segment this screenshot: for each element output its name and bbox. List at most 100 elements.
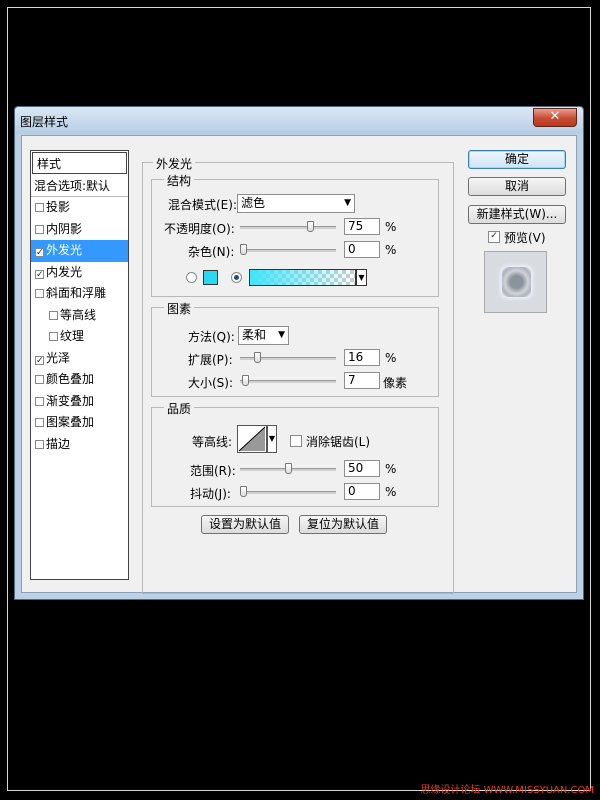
- spread-label: 扩展(P):: [188, 353, 233, 367]
- noise-unit: %: [385, 243, 397, 257]
- range-label: 范围(R):: [190, 464, 236, 478]
- style-item-checkbox[interactable]: [35, 439, 44, 449]
- jitter-slider-thumb[interactable]: [240, 486, 247, 497]
- style-item-label: 斜面和浮雕: [46, 286, 107, 300]
- style-item-label: 内发光: [46, 264, 83, 279]
- glow-color-swatch[interactable]: [203, 270, 218, 285]
- style-item-label: 渐变叠加: [46, 393, 95, 408]
- gradient-dropdown[interactable]: ▼: [356, 269, 367, 286]
- antialias-checkbox[interactable]: [290, 435, 302, 447]
- opacity-slider[interactable]: [240, 221, 336, 232]
- noise-input[interactable]: 0: [344, 241, 380, 258]
- contour-label: 等高线:: [192, 435, 233, 449]
- style-item-checkbox[interactable]: ✓: [35, 355, 44, 365]
- style-item[interactable]: 描边: [31, 434, 128, 456]
- gradient-radio[interactable]: [231, 272, 242, 283]
- style-item-checkbox[interactable]: ✓: [35, 248, 44, 258]
- technique-select[interactable]: 柔和 ▼: [238, 326, 289, 345]
- style-item-checkbox[interactable]: [35, 418, 44, 427]
- size-slider[interactable]: [240, 375, 336, 386]
- style-preview: [484, 251, 547, 313]
- style-item[interactable]: 纹理: [31, 326, 128, 348]
- style-item-checkbox[interactable]: [35, 224, 44, 234]
- new-style-button[interactable]: 新建样式(W)...: [468, 205, 566, 224]
- spread-slider[interactable]: [240, 352, 336, 363]
- quality-group: 品质 等高线: ▼ 消除锯齿(L) 范围(R): 50 % 抖动(J): 0 %: [151, 400, 439, 507]
- style-item[interactable]: ✓ 内发光: [31, 262, 128, 284]
- glow-gradient-swatch[interactable]: [249, 269, 356, 286]
- style-item-label: 外发光: [46, 243, 83, 257]
- style-item[interactable]: 内阴影: [31, 219, 128, 241]
- preview-label[interactable]: 预览(V): [504, 229, 546, 246]
- blend-mode-value: 滤色: [241, 196, 266, 210]
- contour-dropdown[interactable]: ▼: [267, 425, 277, 453]
- style-item-checkbox[interactable]: [49, 310, 58, 320]
- style-item[interactable]: 渐变叠加: [31, 391, 128, 413]
- style-item-checkbox[interactable]: [35, 203, 44, 212]
- preview-checkbox[interactable]: ✓: [488, 231, 500, 243]
- opacity-label: 不透明度(O):: [164, 222, 235, 236]
- style-item-label: 纹理: [60, 329, 85, 343]
- jitter-input[interactable]: 0: [344, 483, 380, 500]
- range-unit: %: [385, 462, 397, 476]
- close-button[interactable]: ✕: [533, 108, 577, 127]
- range-slider[interactable]: [240, 463, 336, 474]
- style-item[interactable]: 斜面和浮雕: [31, 283, 128, 305]
- style-item[interactable]: 投影: [31, 197, 128, 219]
- range-input[interactable]: 50: [344, 460, 380, 477]
- elements-group: 图素 方法(Q): 柔和 ▼ 扩展(P): 16 % 大小(S): 7 像素: [151, 300, 439, 397]
- title-bar: 图层样式 ✕: [15, 107, 583, 134]
- style-item-checkbox[interactable]: ✓: [35, 269, 44, 279]
- style-item-label: 投影: [46, 200, 71, 214]
- contour-linear-icon: [238, 426, 266, 452]
- opacity-input[interactable]: 75: [344, 218, 380, 235]
- opacity-slider-thumb[interactable]: [307, 221, 314, 232]
- technique-label: 方法(Q):: [188, 330, 235, 344]
- size-input[interactable]: 7: [344, 372, 380, 389]
- style-item[interactable]: 颜色叠加: [31, 369, 128, 391]
- style-item[interactable]: ✓ 光泽: [31, 348, 128, 370]
- spread-slider-thumb[interactable]: [254, 352, 261, 363]
- style-item-checkbox[interactable]: [35, 289, 44, 298]
- style-item[interactable]: 图案叠加: [31, 412, 128, 434]
- contour-picker[interactable]: [237, 425, 267, 453]
- technique-value: 柔和: [242, 328, 267, 342]
- styles-header[interactable]: 样式: [32, 152, 127, 174]
- preview-shape: [502, 267, 531, 297]
- dialog-body: 样式 混合选项:默认 投影 内阴影 ✓ 外发光 ✓ 内发光 斜面和浮雕 等高线 纹理 ✓ 光泽 颜色叠…: [21, 135, 577, 594]
- blending-options-item[interactable]: 混合选项:默认: [31, 175, 128, 197]
- make-default-button[interactable]: 设置为默认值: [201, 515, 289, 534]
- style-item-checkbox[interactable]: [35, 375, 44, 384]
- opacity-unit: %: [385, 220, 397, 234]
- ok-button[interactable]: 确定: [468, 150, 566, 169]
- range-slider-thumb[interactable]: [285, 463, 292, 474]
- style-item-label: 颜色叠加: [46, 372, 95, 386]
- style-item-label: 光泽: [46, 350, 71, 365]
- outer-glow-panel: 外发光 结构 混合模式(E): 滤色 ▼ 不透明度(O): 75 % 杂色(N)…: [142, 155, 454, 594]
- structure-title: 结构: [164, 172, 195, 189]
- reset-default-button[interactable]: 复位为默认值: [299, 515, 387, 534]
- spread-input[interactable]: 16: [344, 349, 380, 366]
- noise-slider[interactable]: [240, 244, 336, 255]
- style-item-label: 描边: [46, 436, 71, 451]
- chevron-down-icon: ▼: [344, 198, 351, 208]
- style-item-checkbox[interactable]: [35, 396, 44, 406]
- style-item-label: 图案叠加: [46, 415, 95, 429]
- noise-label: 杂色(N):: [188, 245, 235, 259]
- style-item[interactable]: ✓ 外发光: [31, 240, 128, 262]
- style-items: 投影 内阴影 ✓ 外发光 ✓ 内发光 斜面和浮雕 等高线 纹理 ✓ 光泽 颜色叠加 渐变叠加 图案叠加 描边: [31, 197, 128, 455]
- layer-style-dialog: 图层样式 ✕ 样式 混合选项:默认 投影 内阴影 ✓ 外发光 ✓ 内发光 斜面和浮雕 等高线纹…: [14, 106, 584, 600]
- cancel-button[interactable]: 取消: [468, 177, 566, 196]
- antialias-label[interactable]: 消除锯齿(L): [306, 433, 370, 450]
- blend-mode-select[interactable]: 滤色 ▼: [237, 194, 355, 213]
- style-item[interactable]: 等高线: [31, 305, 128, 327]
- solid-color-radio[interactable]: [186, 272, 197, 283]
- watermark: 思缘设计论坛 WWW.MISSYUAN.COM: [420, 785, 594, 796]
- quality-title: 品质: [164, 400, 195, 417]
- size-unit: 像素: [383, 376, 408, 390]
- chevron-down-icon: ▼: [358, 273, 365, 282]
- size-slider-thumb[interactable]: [242, 375, 249, 386]
- noise-slider-thumb[interactable]: [240, 244, 247, 255]
- jitter-slider[interactable]: [240, 486, 336, 497]
- style-item-checkbox[interactable]: [49, 332, 58, 341]
